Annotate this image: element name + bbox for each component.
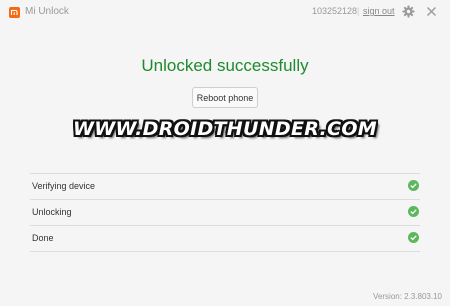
step-row-done: Done (30, 225, 420, 252)
gear-icon[interactable] (402, 5, 415, 18)
account-id: 103252128 (312, 6, 358, 16)
check-circle-icon (408, 180, 419, 191)
title-bar: Mi Unlock 103252128 | sign out (0, 0, 450, 24)
progress-steps-list: Verifying device Unlocking Done (30, 173, 420, 252)
app-title: Mi Unlock (25, 6, 69, 17)
step-label: Verifying device (32, 181, 96, 191)
version-label: Version: 2.3.803.10 (373, 292, 442, 301)
check-circle-icon (408, 232, 419, 243)
title-separator: | (357, 6, 360, 16)
check-circle-icon (408, 206, 419, 217)
watermark-text: WWW.DROIDTHUNDER.COM (73, 118, 377, 140)
unlock-status-headline: Unlocked successfully (141, 56, 309, 75)
mi-logo-icon (9, 7, 20, 18)
sign-out-link[interactable]: sign out (363, 6, 395, 16)
step-row-verifying-device: Verifying device (30, 173, 420, 199)
reboot-phone-button[interactable]: Reboot phone (192, 87, 258, 108)
close-icon[interactable] (425, 5, 438, 18)
step-label: Done (32, 233, 54, 243)
step-label: Unlocking (32, 207, 72, 217)
step-row-unlocking: Unlocking (30, 199, 420, 225)
